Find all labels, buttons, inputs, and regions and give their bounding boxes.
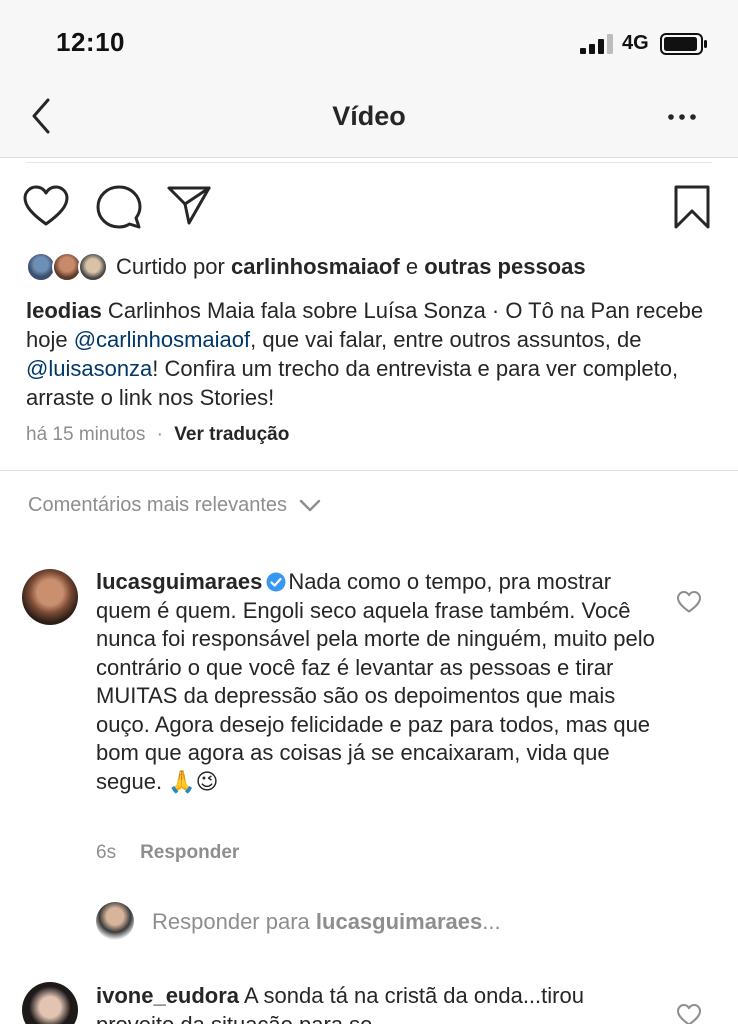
- status-bar: 12:10 4G: [0, 0, 738, 80]
- comment-like-icon[interactable]: [676, 1003, 702, 1024]
- comment-text: lucasguimaraes Nada como o tempo, pra mos…: [96, 569, 655, 794]
- avatar[interactable]: [22, 982, 78, 1024]
- paper-plane-icon[interactable]: [166, 184, 212, 226]
- post-caption: leodias Carlinhos Maia fala sobre Luísa …: [26, 298, 704, 410]
- caption-username[interactable]: leodias: [26, 298, 102, 323]
- page-title: Vídeo: [332, 101, 406, 131]
- liker-avatar: [78, 252, 108, 282]
- reply-row: Responder para lucasguimaraes...: [96, 902, 696, 942]
- liked-by-row[interactable]: Curtido por carlinhosmaiaof e outras pes…: [26, 252, 726, 284]
- avatar[interactable]: [22, 569, 78, 625]
- see-translation-link[interactable]: Ver tradução: [174, 424, 289, 445]
- bookmark-icon[interactable]: [672, 184, 712, 230]
- network-type: 4G: [622, 32, 649, 54]
- divider: [26, 162, 712, 163]
- comment-meta: 6s Responder: [96, 842, 239, 864]
- divider: [0, 470, 738, 471]
- reply-input[interactable]: Responder para lucasguimaraes...: [152, 909, 501, 935]
- post-time: há 15 minutos: [26, 424, 146, 445]
- comment-text: ivone_eudora A sonda tá na cristã da ond…: [96, 983, 584, 1024]
- avatar: [96, 902, 134, 940]
- battery-icon: [660, 33, 707, 55]
- comment-time: 6s: [96, 842, 117, 863]
- comment-like-icon[interactable]: [676, 590, 702, 614]
- post-meta: há 15 minutos · Ver tradução: [26, 424, 290, 445]
- status-time: 12:10: [56, 27, 125, 57]
- heart-icon[interactable]: [22, 184, 70, 228]
- liked-by-text: Curtido por carlinhosmaiaof e outras pes…: [116, 254, 586, 279]
- nav-bar: Vídeo: [0, 80, 738, 158]
- reply-button[interactable]: Responder: [140, 842, 239, 863]
- comment-username[interactable]: ivone_eudora: [96, 983, 239, 1008]
- more-horizontal-icon[interactable]: [664, 102, 700, 132]
- liked-by-others: outras pessoas: [424, 254, 586, 279]
- verified-badge-icon: [266, 572, 286, 592]
- comment-username[interactable]: lucasguimaraes: [96, 569, 262, 594]
- mention-link[interactable]: @carlinhosmaiaof: [74, 327, 250, 352]
- liked-by-user: carlinhosmaiaof: [230, 254, 400, 279]
- comment-bubble-icon[interactable]: [96, 184, 142, 230]
- chevron-down-icon: [299, 499, 321, 511]
- signal-strength-icon: [580, 34, 613, 54]
- comments-sort-dropdown[interactable]: Comentários mais relevantes: [28, 494, 321, 517]
- mention-link[interactable]: @luisasonza: [26, 356, 152, 381]
